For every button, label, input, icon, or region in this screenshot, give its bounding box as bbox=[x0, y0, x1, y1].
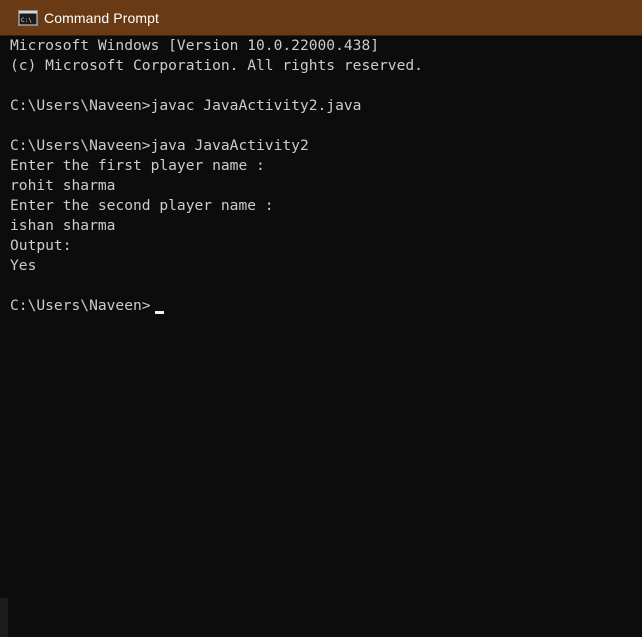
prompt-line: C:\Users\Naveen> bbox=[10, 297, 151, 314]
title-bar[interactable]: C:\ Command Prompt bbox=[0, 0, 642, 36]
svg-text:C:\: C:\ bbox=[21, 17, 32, 24]
command-prompt-window: C:\ Command Prompt Microsoft Windows [Ve… bbox=[0, 0, 642, 637]
taskbar-edge bbox=[0, 598, 8, 637]
window-title: Command Prompt bbox=[44, 9, 159, 26]
cmd-icon: C:\ bbox=[18, 9, 38, 26]
console-line: Enter the second player name : bbox=[10, 197, 274, 214]
console-line: C:\Users\Naveen>java JavaActivity2 bbox=[10, 137, 309, 154]
console-line: (c) Microsoft Corporation. All rights re… bbox=[10, 57, 423, 74]
console-line: ishan sharma bbox=[10, 217, 116, 234]
console-line: rohit sharma bbox=[10, 177, 116, 194]
console-line: Yes bbox=[10, 257, 37, 274]
console-line: Output: bbox=[10, 237, 72, 254]
console-line: Enter the first player name : bbox=[10, 157, 265, 174]
console-line: C:\Users\Naveen>javac JavaActivity2.java bbox=[10, 97, 362, 114]
text-cursor bbox=[155, 311, 164, 314]
console-line: Microsoft Windows [Version 10.0.22000.43… bbox=[10, 37, 380, 54]
console-area[interactable]: Microsoft Windows [Version 10.0.22000.43… bbox=[0, 36, 642, 637]
